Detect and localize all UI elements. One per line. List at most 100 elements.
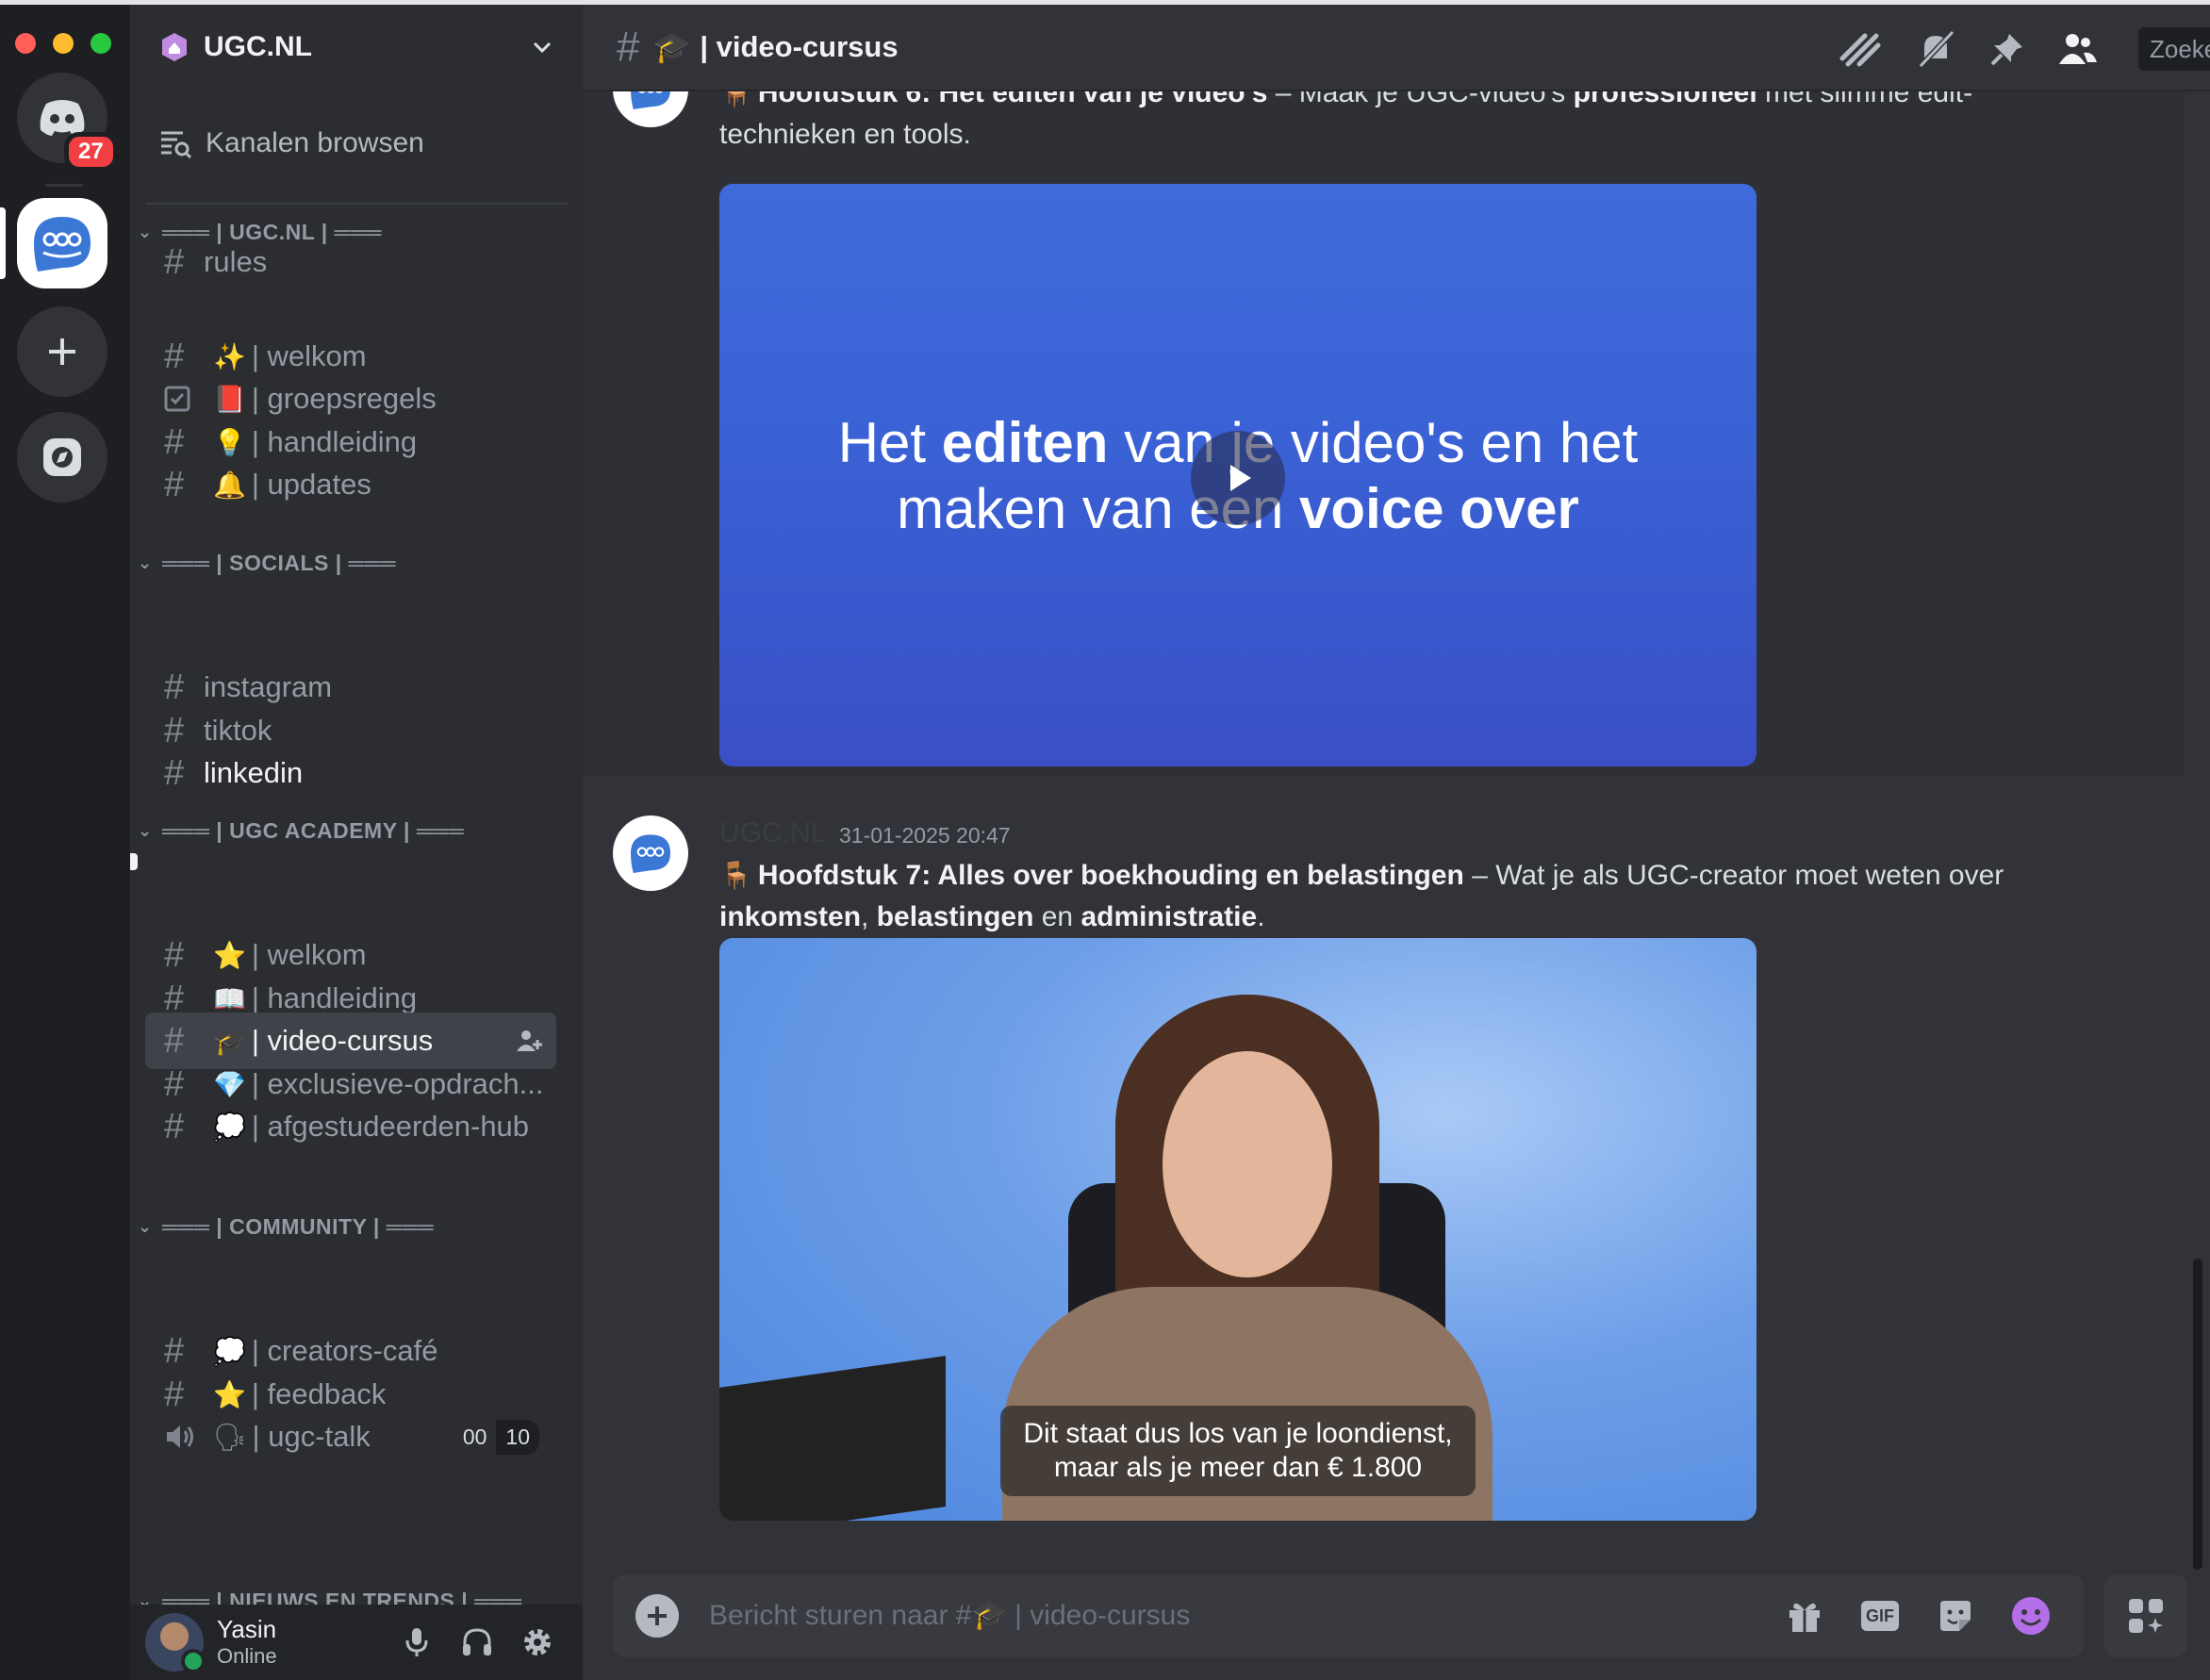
book-icon: 📕 bbox=[213, 384, 246, 414]
thought-bubble-icon: 💭 bbox=[213, 1336, 246, 1366]
microphone-icon bbox=[405, 1628, 428, 1656]
browse-channels-button[interactable]: Kanalen browsen bbox=[158, 127, 424, 159]
voice-count-left: 00 bbox=[453, 1419, 497, 1455]
plus-icon bbox=[49, 338, 75, 365]
chair-icon: 🪑 bbox=[719, 861, 752, 890]
server-rail: 27 bbox=[0, 5, 130, 1680]
search-input[interactable]: Zoeken bbox=[2138, 27, 2210, 71]
speaker-icon bbox=[164, 1423, 204, 1451]
channel-label: | exclusieve-opdrach... bbox=[251, 1067, 544, 1100]
voice-count-right: 10 bbox=[496, 1419, 539, 1455]
message-bold: belastingen bbox=[876, 901, 1034, 932]
category-ugcnl[interactable]: ⌄ ═══ | UGC.NL | ═══ bbox=[138, 220, 382, 245]
star-icon: ⭐ bbox=[213, 1379, 246, 1409]
channel-label: instagram bbox=[204, 670, 333, 703]
message-avatar[interactable] bbox=[613, 815, 688, 891]
channel-linkedin[interactable]: # linkedin bbox=[145, 745, 556, 801]
window-minimize-button[interactable] bbox=[53, 33, 74, 54]
video-embed[interactable]: Dit staat dus los van je loondienst, maa… bbox=[719, 938, 1756, 1521]
channel-label: | video-cursus bbox=[251, 1024, 434, 1057]
video-embed[interactable]: Het editen van je video's en het maken v… bbox=[719, 184, 1756, 766]
threads-button[interactable] bbox=[1837, 25, 1884, 73]
laptop-shape bbox=[719, 1356, 946, 1521]
avatar[interactable] bbox=[145, 1613, 206, 1673]
window-close-button[interactable] bbox=[15, 33, 36, 54]
chevron-down-icon: ⌄ bbox=[138, 222, 153, 241]
gift-icon bbox=[1789, 1603, 1820, 1632]
channel-label: | afgestudeerden-hub bbox=[251, 1110, 530, 1143]
user-settings-button[interactable] bbox=[507, 1612, 568, 1672]
thought-bubble-icon: 💭 bbox=[213, 1112, 246, 1142]
hash-icon: # bbox=[164, 464, 185, 504]
server-header[interactable]: UGC.NL bbox=[130, 5, 583, 90]
active-server-indicator bbox=[0, 207, 6, 279]
chevron-down-icon[interactable] bbox=[530, 35, 554, 59]
graduation-cap-icon: 🎓 bbox=[213, 1026, 246, 1056]
apps-button[interactable] bbox=[2104, 1574, 2187, 1657]
emoji-button[interactable] bbox=[2001, 1586, 2061, 1646]
category-label: ═══ | SOCIALS | ═══ bbox=[162, 551, 396, 575]
sticker-button[interactable] bbox=[1925, 1586, 1986, 1646]
window-zoom-button[interactable] bbox=[91, 33, 111, 54]
discover-servers-button[interactable] bbox=[17, 412, 107, 502]
play-button[interactable] bbox=[1191, 431, 1285, 525]
bell-icon: 🔔 bbox=[213, 469, 246, 500]
channel-label: tiktok bbox=[204, 714, 272, 747]
message-author[interactable]: UGC.NL bbox=[719, 817, 826, 849]
chevron-down-icon: ⌄ bbox=[138, 1217, 153, 1236]
category-label: ═══ | COMMUNITY | ═══ bbox=[162, 1214, 435, 1239]
channel-header: # 🎓 | video-cursus Zoeken bbox=[583, 5, 2210, 91]
channel-label: | handleiding bbox=[251, 981, 418, 1014]
chevron-down-icon: ⌄ bbox=[138, 553, 153, 572]
gift-button[interactable] bbox=[1774, 1586, 1835, 1646]
deafen-button[interactable] bbox=[447, 1612, 507, 1672]
notification-settings-button[interactable] bbox=[1912, 25, 1959, 73]
threads-icon bbox=[1839, 33, 1881, 67]
online-status-dot bbox=[181, 1649, 206, 1673]
subtitle-line: Dit staat dus los van je loondienst, bbox=[1023, 1418, 1453, 1449]
channel-afgestudeerden-hub[interactable]: # 💭 | afgestudeerden-hub bbox=[145, 1098, 556, 1155]
user-name: Yasin bbox=[217, 1615, 277, 1644]
add-server-button[interactable] bbox=[17, 306, 107, 397]
locked-hash-icon: # bbox=[617, 24, 640, 70]
compass-icon bbox=[43, 438, 81, 476]
members-icon bbox=[2059, 34, 2097, 64]
category-socials[interactable]: ⌄ ═══ | SOCIALS | ═══ bbox=[138, 551, 396, 576]
hash-icon: # bbox=[164, 241, 185, 282]
thumb-text: Het bbox=[837, 411, 942, 474]
chapter-title: Hoofdstuk 7: Alles over boekhouding en b… bbox=[757, 860, 1464, 891]
invite-member-icon[interactable] bbox=[515, 1027, 543, 1055]
gif-button[interactable]: GIF bbox=[1850, 1586, 1910, 1646]
message-bold: administratie bbox=[1080, 901, 1258, 932]
pinned-messages-button[interactable] bbox=[1984, 25, 2031, 73]
message-timestamp: 31-01-2025 20:47 bbox=[839, 823, 1011, 848]
browse-channels-icon bbox=[161, 131, 192, 159]
channel-updates[interactable]: # 🔔 | updates bbox=[145, 456, 556, 513]
channel-label: | welkom bbox=[251, 938, 367, 971]
category-community[interactable]: ⌄ ═══ | COMMUNITY | ═══ bbox=[138, 1214, 434, 1240]
mute-button[interactable] bbox=[387, 1612, 447, 1672]
message-input[interactable] bbox=[707, 1599, 1759, 1633]
sparkles-icon: ✨ bbox=[213, 341, 246, 371]
thumb-bold: editen bbox=[941, 411, 1109, 474]
apps-icon bbox=[2129, 1599, 2163, 1633]
sidebar-divider bbox=[145, 203, 568, 205]
message-scrollbar[interactable] bbox=[2193, 1259, 2202, 1570]
channel-label: linkedin bbox=[204, 756, 304, 789]
server-name: UGC.NL bbox=[204, 31, 312, 62]
channel-label: | handleiding bbox=[251, 425, 418, 458]
category-label: ═══ | UGC.NL | ═══ bbox=[162, 220, 382, 244]
member-list-button[interactable] bbox=[2053, 25, 2101, 73]
user-status: Online bbox=[217, 1644, 277, 1669]
add-attachment-button[interactable] bbox=[635, 1594, 679, 1638]
plus-icon bbox=[648, 1606, 667, 1625]
message-content: 🪑 Hoofdstuk 7: Alles over boekhouding en … bbox=[719, 855, 2058, 938]
user-info[interactable]: Yasin Online bbox=[217, 1615, 387, 1670]
locked-hash-icon: # bbox=[164, 1106, 185, 1146]
face-shape bbox=[1163, 1051, 1332, 1277]
channel-ugc-talk[interactable]: 🗣 | ugc-talk 00 10 bbox=[145, 1408, 556, 1465]
message-text: en bbox=[1033, 901, 1081, 932]
category-ugc-academy[interactable]: ⌄ ═══ | UGC ACADEMY | ═══ bbox=[138, 818, 464, 844]
user-panel: Yasin Online bbox=[130, 1605, 583, 1680]
server-icon-ugcnl[interactable] bbox=[17, 198, 107, 288]
